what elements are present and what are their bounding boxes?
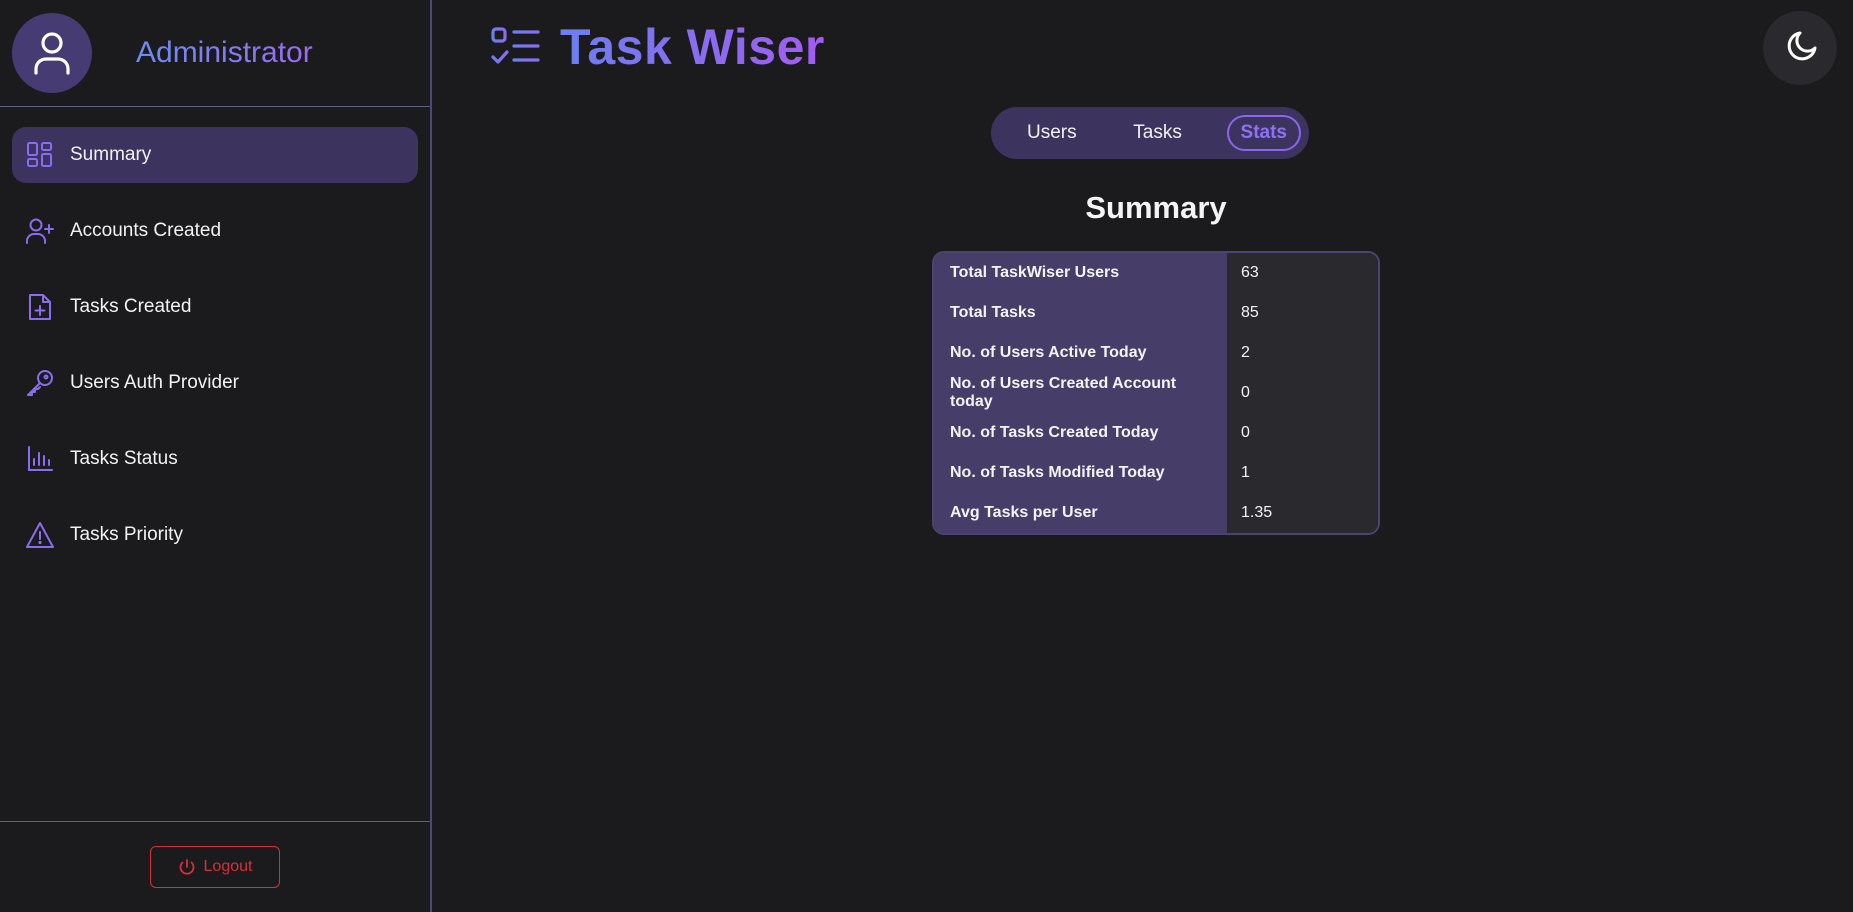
sidebar-item-label: Accounts Created [70,220,222,241]
table-row: No. of Users Active Today 2 [934,333,1378,373]
sidebar-item-tasks-status[interactable]: Tasks Status [12,431,418,487]
row-value: 63 [1227,253,1378,293]
file-plus-icon [24,291,56,323]
row-label: Avg Tasks per User [934,493,1227,533]
user-plus-icon [24,215,56,247]
row-label: Total Tasks [934,293,1227,333]
row-value: 0 [1227,413,1378,453]
sidebar-item-label: Users Auth Provider [70,372,239,393]
tab-stats[interactable]: Stats [1226,115,1301,151]
sidebar-footer: Logout [0,821,430,912]
sidebar-nav: Summary Accounts Created Tasks Created U… [0,107,430,563]
sidebar-item-label: Tasks Status [70,448,178,469]
row-value: 0 [1227,373,1378,413]
table-row: No. of Tasks Created Today 0 [934,413,1378,453]
row-label: No. of Tasks Modified Today [934,453,1227,493]
key-icon [24,367,56,399]
app: Administrator Summary Accounts Created T… [0,0,1853,912]
checklist-icon [491,27,540,64]
tab-users[interactable]: Users [1015,116,1089,150]
row-label: No. of Users Created Account today [934,373,1227,413]
sidebar: Administrator Summary Accounts Created T… [0,0,432,912]
row-value: 1 [1227,453,1378,493]
sidebar-item-summary[interactable]: Summary [12,127,418,183]
profile-name: Administrator [136,36,313,69]
summary-title: Summary [1085,190,1227,225]
alert-triangle-icon [24,519,56,551]
row-value: 85 [1227,293,1378,333]
sidebar-item-accounts-created[interactable]: Accounts Created [12,203,418,259]
bar-chart-icon [24,443,56,475]
logout-button[interactable]: Logout [150,846,280,888]
row-value: 2 [1227,333,1378,373]
sidebar-item-label: Tasks Priority [70,524,183,545]
tab-tasks[interactable]: Tasks [1121,116,1194,150]
tab-bar: Users Tasks Stats [991,107,1309,159]
theme-toggle-button[interactable] [1763,11,1837,85]
profile-header: Administrator [0,0,430,107]
avatar[interactable] [12,13,92,93]
sidebar-item-tasks-priority[interactable]: Tasks Priority [12,507,418,563]
sidebar-item-label: Tasks Created [70,296,192,317]
app-title: Task Wiser [560,19,825,75]
layout-dashboard-icon [24,139,56,171]
brand: Task Wiser [490,18,825,76]
user-icon [34,32,70,75]
table-row: Total TaskWiser Users 63 [934,253,1378,293]
table-row: Avg Tasks per User 1.35 [934,493,1378,533]
table-row: Total Tasks 85 [934,293,1378,333]
row-value: 1.35 [1227,493,1378,533]
moon-icon [1787,31,1817,61]
sidebar-item-tasks-created[interactable]: Tasks Created [12,279,418,335]
table-row: No. of Users Created Account today 0 [934,373,1378,413]
summary-table: Total TaskWiser Users 63 Total Tasks 85 … [932,251,1380,535]
power-icon [179,859,194,875]
sidebar-item-label: Summary [70,144,152,165]
logout-label: Logout [203,858,253,875]
row-label: Total TaskWiser Users [934,253,1227,293]
sidebar-item-users-auth-provider[interactable]: Users Auth Provider [12,355,418,411]
table-row: No. of Tasks Modified Today 1 [934,453,1378,493]
row-label: No. of Tasks Created Today [934,413,1227,453]
row-label: No. of Users Active Today [934,333,1227,373]
